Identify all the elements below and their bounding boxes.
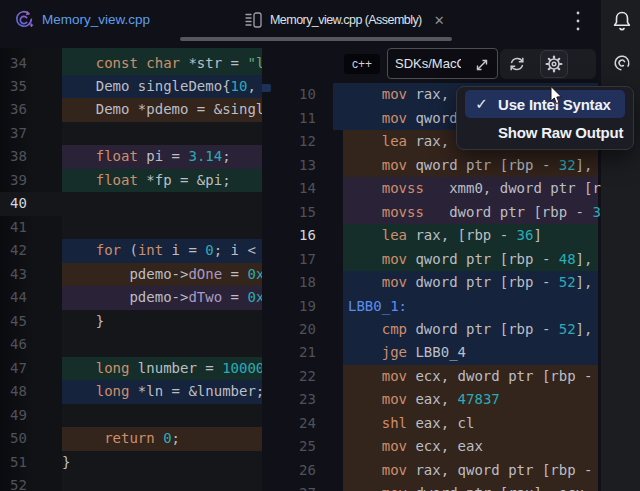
line-number[interactable]: 16 xyxy=(299,224,316,248)
asm-code-line[interactable]: lea rax, [rbp - 36] xyxy=(348,224,542,248)
line-number[interactable]: 14 xyxy=(299,177,316,201)
tab-memory-view-assembly[interactable]: Memory_view.cpp (Assembly) ✕ xyxy=(245,0,445,40)
asm-code-line[interactable]: LBB0_1: xyxy=(348,295,407,319)
editor-code-line[interactable]: return 0; xyxy=(62,427,180,451)
line-number[interactable]: 23 xyxy=(299,388,316,412)
editor-code-line[interactable]: } xyxy=(62,451,70,475)
line-number[interactable]: 45 xyxy=(10,310,27,334)
menu-item-show-raw-output[interactable]: Show Raw Output xyxy=(465,118,625,146)
sdk-selector-label: SDKs/MacOS xyxy=(395,56,461,71)
line-number[interactable]: 36 xyxy=(10,98,27,122)
line-number[interactable]: 12 xyxy=(299,130,316,154)
gear-icon xyxy=(544,54,564,74)
editor-code-line[interactable]: float *fp = &pi; xyxy=(62,169,231,193)
line-number[interactable]: 34 xyxy=(10,52,27,76)
asm-code-line[interactable]: mov qword xyxy=(348,107,458,131)
asm-code-line[interactable]: mov ecx, dword ptr [rbp - xyxy=(348,365,592,389)
tab-memory-view-cpp[interactable]: Memory_view.cpp xyxy=(42,0,150,40)
kebab-menu-icon[interactable] xyxy=(572,8,584,34)
asm-code-line[interactable]: mov qword ptr [rbp - 32], xyxy=(348,154,592,178)
tab-strip-scrollbar[interactable] xyxy=(180,37,452,41)
line-number[interactable]: 37 xyxy=(10,122,27,146)
line-number[interactable]: 24 xyxy=(299,412,316,436)
editor-code-line[interactable]: long *ln = &lnumber; xyxy=(62,380,262,404)
line-number[interactable]: 10 xyxy=(299,83,316,107)
line-number[interactable]: 44 xyxy=(10,286,27,310)
line-number[interactable]: 18 xyxy=(299,271,316,295)
line-number[interactable]: 42 xyxy=(10,239,27,263)
editor-code-line[interactable]: float pi = 3.14; xyxy=(62,145,231,169)
line-number[interactable]: 43 xyxy=(10,263,27,287)
line-number[interactable]: 25 xyxy=(299,435,316,459)
ai-assistant-icon[interactable] xyxy=(611,52,633,74)
language-badge: c++ xyxy=(344,54,380,74)
expand-icon[interactable] xyxy=(472,55,492,75)
asm-code-line[interactable]: cmp dword ptr [rbp - 52], xyxy=(348,318,592,342)
line-number[interactable]: 40 xyxy=(10,192,27,216)
line-number[interactable]: 47 xyxy=(10,357,27,381)
line-number[interactable]: 39 xyxy=(10,169,27,193)
line-number[interactable]: 17 xyxy=(299,248,316,272)
editor-code-line[interactable]: } xyxy=(62,310,104,334)
line-number[interactable]: 15 xyxy=(299,201,316,225)
bell-icon[interactable] xyxy=(610,9,634,33)
sdk-selector[interactable]: SDKs/MacOS xyxy=(387,48,498,79)
asm-code-line[interactable]: mov dword ptr [rbp - 52], xyxy=(348,271,592,295)
line-number[interactable]: 19 xyxy=(299,295,316,319)
asm-code-line[interactable]: mov rax, xyxy=(348,83,449,107)
asm-code-line[interactable]: jge LBB0_4 xyxy=(348,341,466,365)
line-number[interactable]: 13 xyxy=(299,154,316,178)
line-number[interactable]: 27 xyxy=(299,482,316,491)
gear-dropdown-menu: ✓ Use Intel Syntax Show Raw Output xyxy=(456,86,634,150)
asm-code-line[interactable]: mov eax, 47837 xyxy=(348,388,500,412)
editor-code-line[interactable]: long lnumber = 100000 xyxy=(62,357,262,381)
line-number[interactable]: 35 xyxy=(10,75,27,99)
line-number[interactable]: 48 xyxy=(10,380,27,404)
editor-code-line[interactable]: const char *str = "l xyxy=(62,52,262,76)
asm-code-line[interactable]: mov qword ptr [rbp - 48], xyxy=(348,248,592,272)
editor-code-line[interactable]: Demo singleDemo{10, xyxy=(62,75,256,99)
line-number[interactable]: 50 xyxy=(10,427,27,451)
refresh-icon[interactable] xyxy=(507,54,527,74)
line-number[interactable]: 21 xyxy=(299,341,316,365)
line-number[interactable]: 49 xyxy=(10,404,27,428)
asm-code-line[interactable]: lea rax, [ xyxy=(348,130,466,154)
assembly-tab-icon xyxy=(245,11,262,29)
mouse-cursor xyxy=(550,86,566,108)
asm-code-line[interactable]: mov rax, qword ptr [rbp - xyxy=(348,459,592,483)
line-number[interactable]: 52 xyxy=(10,474,27,491)
line-number[interactable]: 46 xyxy=(10,333,27,357)
line-number[interactable]: 22 xyxy=(299,365,316,389)
menu-item-use-intel-syntax[interactable]: ✓ Use Intel Syntax xyxy=(465,90,625,118)
tab2-label: Memory_view.cpp (Assembly) xyxy=(270,13,422,27)
line-number[interactable]: 51 xyxy=(10,451,27,475)
asm-code-line[interactable]: movss dword ptr [rbp - 3 xyxy=(348,201,601,225)
checkmark-icon: ✓ xyxy=(465,95,498,113)
asm-code-line[interactable]: mov ecx, eax xyxy=(348,435,483,459)
clion-logo-icon[interactable] xyxy=(14,10,34,30)
close-icon[interactable]: ✕ xyxy=(434,13,445,28)
line-number[interactable]: 11 xyxy=(299,107,316,131)
line-number[interactable]: 41 xyxy=(10,216,27,240)
editor-code-line[interactable]: pdemo->dTwo = 0x xyxy=(62,286,262,310)
scroll-marker xyxy=(262,84,271,92)
editor-code-line[interactable]: pdemo->dOne = 0x xyxy=(62,263,262,287)
line-number[interactable]: 20 xyxy=(299,318,316,342)
line-number[interactable]: 38 xyxy=(10,145,27,169)
editor-code-line[interactable]: for (int i = 0; i < xyxy=(62,239,256,263)
editor-pane: 3334 const char *str = "l35 Demo singleD… xyxy=(0,48,262,491)
line-number[interactable]: 26 xyxy=(299,459,316,483)
top-bar: Memory_view.cpp Memory_view.cpp (Assembl… xyxy=(0,0,640,48)
editor-code-line[interactable]: Demo *pdemo = &singl xyxy=(62,98,262,122)
asm-code-line[interactable]: mov dword ptr [rax], ecx xyxy=(348,482,584,491)
asm-code-line[interactable]: shl eax, cl xyxy=(348,412,474,436)
asm-code-line[interactable]: movss xmm0, dword ptr [r xyxy=(348,177,601,201)
